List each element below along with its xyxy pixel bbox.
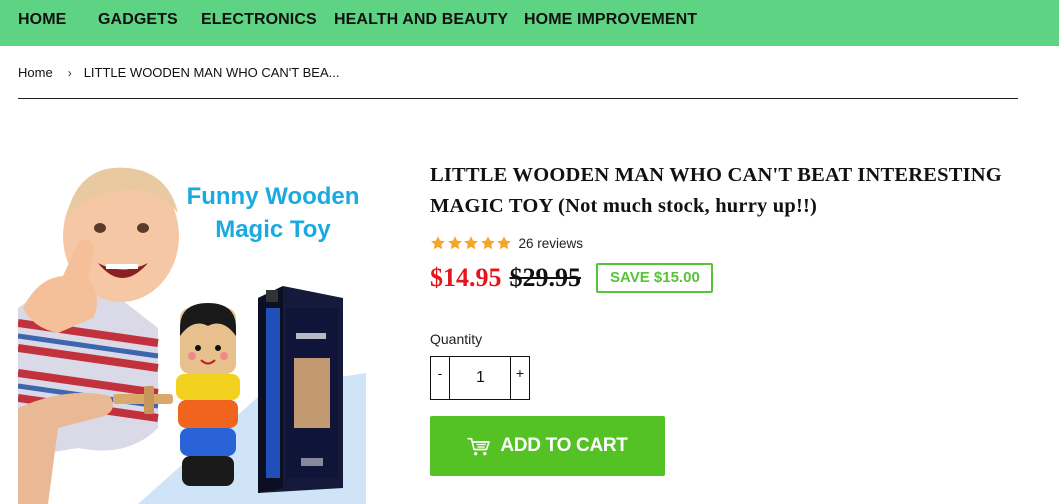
image-caption-line-1: Funny Wooden bbox=[187, 183, 360, 210]
star-icon bbox=[464, 236, 478, 250]
chevron-right-icon: › bbox=[67, 66, 72, 80]
star-icon bbox=[431, 236, 445, 250]
quantity-decrease-button[interactable]: - bbox=[431, 357, 450, 399]
star-icon bbox=[480, 236, 495, 250]
compare-at-price: $29.95 bbox=[509, 263, 582, 292]
quantity-stepper: - + bbox=[430, 356, 530, 400]
star-rating bbox=[430, 235, 513, 251]
quantity-input[interactable] bbox=[450, 357, 510, 399]
top-navigation: HOME GADGETS ELECTRONICS HEALTH AND BEAU… bbox=[0, 0, 1059, 46]
breadcrumb-home-link[interactable]: Home bbox=[18, 65, 53, 80]
save-badge: SAVE $15.00 bbox=[596, 263, 713, 293]
product-image[interactable]: Funny Wooden Magic Toy bbox=[18, 158, 366, 504]
star-icon bbox=[447, 236, 462, 250]
breadcrumb-divider bbox=[18, 98, 1018, 99]
nav-item-electronics[interactable]: ELECTRONICS bbox=[201, 11, 317, 29]
price-row: $14.95 $29.95 SAVE $15.00 bbox=[430, 261, 713, 295]
star-icon bbox=[497, 236, 511, 250]
quantity-label: Quantity bbox=[430, 331, 483, 347]
quantity-increase-button[interactable]: + bbox=[510, 357, 529, 399]
reviews-count-link[interactable]: 26 reviews bbox=[519, 236, 584, 251]
nav-item-health-and-beauty[interactable]: HEALTH AND BEAUTY bbox=[334, 11, 508, 29]
nav-item-home-improvement[interactable]: HOME IMPROVEMENT bbox=[524, 11, 697, 29]
nav-item-gadgets[interactable]: GADGETS bbox=[98, 11, 178, 29]
add-to-cart-label: ADD TO CART bbox=[500, 435, 628, 456]
cart-icon bbox=[467, 437, 491, 456]
breadcrumb: Home › LITTLE WOODEN MAN WHO CAN'T BEA... bbox=[18, 65, 339, 80]
add-to-cart-button[interactable]: ADD TO CART bbox=[430, 416, 665, 476]
sale-price: $14.95 bbox=[430, 263, 502, 292]
nav-item-home[interactable]: HOME bbox=[18, 11, 66, 29]
image-caption-line-2: Magic Toy bbox=[215, 216, 331, 243]
breadcrumb-current: LITTLE WOODEN MAN WHO CAN'T BEA... bbox=[83, 65, 340, 80]
product-rating[interactable]: 26 reviews bbox=[430, 233, 583, 253]
product-title: LITTLE WOODEN MAN WHO CAN'T BEAT INTERES… bbox=[430, 164, 1002, 217]
